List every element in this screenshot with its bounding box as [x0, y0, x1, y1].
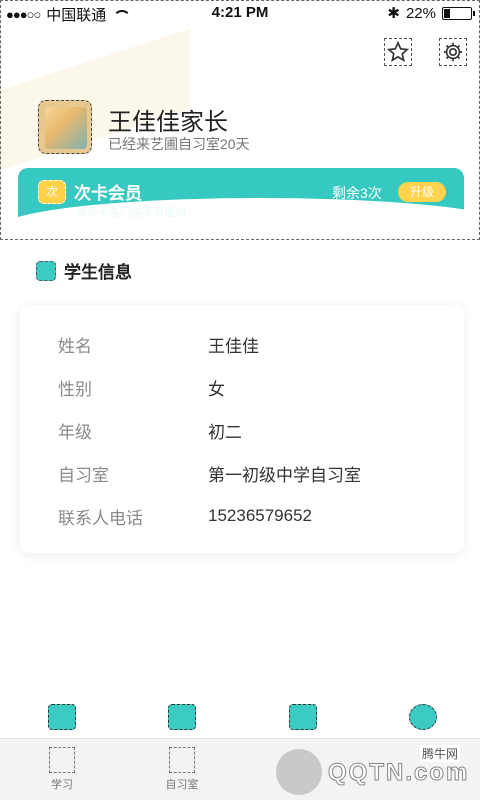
smile-icon[interactable] — [409, 704, 437, 730]
card-wave-decoration — [0, 198, 480, 241]
bluetooth-icon: ✱ — [387, 5, 400, 22]
info-row-gender: 性别 女 — [20, 367, 464, 407]
member-badge-icon: 次 — [38, 180, 66, 204]
section-title: 学生信息 — [64, 263, 132, 282]
info-label: 年级 — [58, 422, 92, 442]
info-row-name: 姓名 王佳佳 — [20, 324, 464, 364]
compass-icon[interactable] — [289, 704, 317, 730]
gear-icon — [443, 42, 463, 62]
upgrade-button[interactable]: 升级 — [398, 182, 446, 202]
tab-label: 自习室 — [165, 779, 199, 791]
book-icon — [49, 747, 75, 773]
info-row-study-room: 自习室 第一初级中学自习室 — [20, 453, 464, 493]
tab-icon-row — [0, 700, 480, 736]
home-icon — [169, 747, 195, 773]
remaining-count: 剩余3次 — [332, 185, 382, 201]
info-value: 15236579652 — [208, 506, 313, 525]
membership-note: 会员卡各门店不可通用 — [76, 207, 186, 219]
battery-percent: 22% — [405, 4, 436, 22]
info-value: 王佳佳 — [208, 336, 259, 356]
tab-study-room[interactable]: 自习室 — [152, 747, 212, 792]
membership-title: 次卡会员 — [74, 184, 142, 203]
avatar[interactable] — [38, 100, 92, 154]
info-value: 女 — [208, 379, 225, 399]
tab-label: 学习 — [51, 779, 73, 791]
info-value: 第一初级中学自习室 — [208, 465, 361, 485]
info-value: 初二 — [208, 422, 242, 442]
info-row-phone: 联系人电话 15236579652 — [20, 496, 464, 536]
status-bar: ●●●○○ 中国联通 4:21 PM ✱ 22% — [0, 0, 480, 26]
watermark-logo-icon — [276, 749, 322, 795]
info-label: 姓名 — [58, 336, 92, 356]
watermark: QQTN.com 腾牛网 — [270, 745, 480, 800]
student-info-card: 姓名 王佳佳 性别 女 年级 初二 自习室 第一初级中学自习室 联系人电话 15… — [20, 305, 464, 553]
settings-button[interactable] — [439, 38, 467, 66]
joined-days: 已经来艺圃自习室20天 — [108, 136, 250, 152]
watermark-text: QQTN.com — [327, 759, 470, 787]
info-label: 联系人电话 — [58, 508, 143, 528]
student-section-header: 学生信息 — [36, 258, 132, 283]
parent-name: 王佳佳家长 — [108, 109, 228, 136]
book-icon[interactable] — [48, 704, 76, 730]
info-row-grade: 年级 初二 — [20, 410, 464, 450]
info-label: 性别 — [58, 379, 92, 399]
info-label: 自习室 — [58, 465, 109, 485]
status-right: ✱ 22% — [387, 4, 475, 22]
favorite-button[interactable] — [384, 38, 412, 66]
star-icon — [387, 41, 409, 62]
student-icon — [36, 260, 56, 281]
profile-header: 王佳佳家长 已经来艺圃自习室20天 次 次卡会员 会员卡各门店不可通用 剩余3次… — [0, 26, 480, 241]
membership-card[interactable]: 次 次卡会员 会员卡各门店不可通用 剩余3次 升级 — [0, 168, 480, 241]
home-icon[interactable] — [168, 704, 196, 730]
watermark-site: 腾牛网 — [420, 745, 461, 762]
tab-study[interactable]: 学习 — [32, 747, 92, 792]
battery-icon — [442, 6, 475, 20]
